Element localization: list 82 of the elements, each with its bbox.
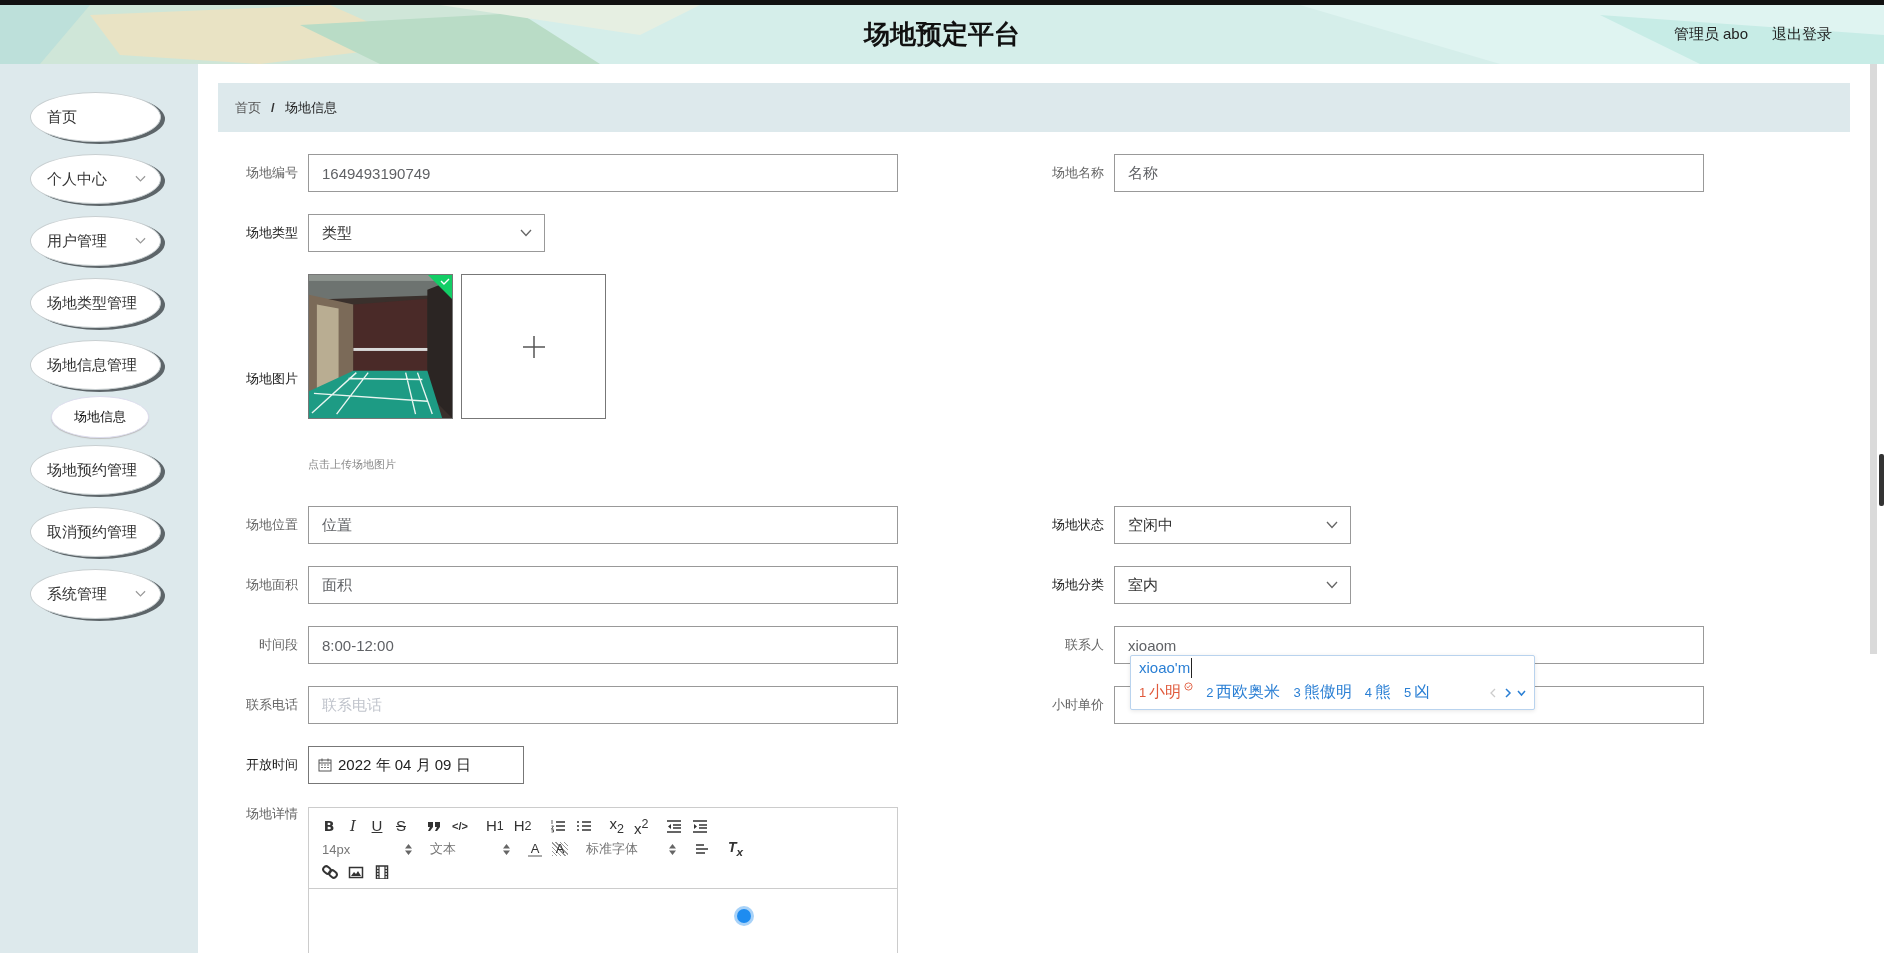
align-left-icon[interactable] [694, 842, 710, 856]
ime-candidate[interactable]: 5 凶 [1403, 682, 1431, 703]
field-label: 联系人 [1064, 636, 1105, 654]
toolbar-select[interactable]: 文本 [430, 840, 510, 858]
field-label: 时间段 [258, 636, 299, 654]
input-field[interactable]: 位置 [308, 506, 898, 544]
nav-item[interactable]: 个人中心 [30, 154, 161, 204]
select-field[interactable]: 空闲中 [1114, 506, 1351, 544]
field-label: 场地状态 [1051, 516, 1105, 534]
sort-icon [669, 843, 676, 855]
sort-icon [503, 843, 510, 855]
outdent-icon[interactable] [666, 819, 683, 833]
select-field[interactable]: 室内 [1114, 566, 1351, 604]
check-circle-icon [1184, 682, 1194, 691]
composition-text: xioao'm [1139, 658, 1193, 678]
ime-candidate[interactable]: 4 熊 [1364, 682, 1391, 703]
strikethrough-button[interactable]: S [394, 817, 408, 835]
field-label: 场地名称 [1051, 164, 1105, 182]
field-label: 场地编号 [245, 164, 299, 182]
field-label: 场地类型 [245, 224, 299, 242]
next-icon[interactable] [1503, 687, 1512, 698]
clear-format-button[interactable]: T$_{x}$ [728, 837, 744, 861]
ime-candidate[interactable]: 2 西欧奥米 [1206, 682, 1281, 703]
chevron-icon [135, 590, 146, 598]
underline-button[interactable]: U [370, 817, 384, 835]
field-label: 场地详情 [245, 806, 299, 822]
code-button[interactable]: </> [452, 817, 468, 835]
field-label: 场地图片 [245, 370, 299, 388]
image-icon[interactable] [348, 865, 364, 879]
input-field[interactable] [1114, 686, 1704, 724]
calendar-icon [318, 758, 332, 772]
field-label: 场地分类 [1051, 576, 1105, 594]
toolbar-select[interactable]: 标准字体 [586, 840, 676, 858]
breadcrumb-link[interactable]: 首页 [235, 98, 261, 117]
separator: / [271, 100, 275, 115]
user-name: 管理员 abo [1673, 25, 1748, 44]
chevron-down-icon [1326, 521, 1338, 529]
nav-item[interactable]: 首页 [30, 92, 161, 142]
app-title: 场地预定平台 [864, 18, 1020, 51]
text-color-button[interactable]: A [528, 841, 542, 857]
sort-icon [405, 843, 412, 855]
resize-handle[interactable] [737, 909, 751, 923]
field-label: 开放时间 [245, 756, 299, 774]
script-button[interactable]: x$^{2}$ [633, 814, 649, 838]
upload-button[interactable] [461, 274, 606, 419]
nav-item[interactable]: 取消预约管理 [30, 507, 161, 557]
toolbar-select[interactable]: 14px [322, 841, 412, 857]
upload-hint: 点击上传场地图片 [308, 457, 397, 472]
field-label: 小时单价 [1051, 696, 1105, 714]
chevron-icon [135, 237, 146, 245]
nav-item[interactable]: 系统管理 [30, 569, 161, 619]
video-icon[interactable] [374, 865, 390, 879]
script-button[interactable]: x$_{2}$ [609, 814, 624, 838]
nav-item[interactable]: 场地类型管理 [30, 278, 161, 328]
field-label: 场地面积 [245, 576, 299, 594]
nav-item[interactable]: 用户管理 [30, 216, 161, 266]
input-field[interactable]: 名称 [1114, 154, 1704, 192]
input-field[interactable]: 8:00-12:00 [308, 626, 898, 664]
nav-item[interactable]: 场地信息管理 [30, 340, 161, 390]
field-label: 联系电话 [245, 696, 299, 714]
date-field[interactable]: 2022 年 04 月 09 日 [308, 746, 524, 784]
nav-item[interactable]: 场地预约管理 [30, 445, 161, 495]
italic-button[interactable]: I [346, 817, 360, 835]
quote-icon[interactable] [426, 819, 442, 833]
field-label: 场地位置 [245, 516, 299, 534]
bullet-list-icon[interactable] [575, 819, 592, 833]
logout-link[interactable]: 退出登录 [1772, 25, 1832, 44]
ime-candidate[interactable]: 3 熊傲明 [1293, 682, 1352, 703]
numbered-list-icon[interactable] [549, 819, 566, 833]
bold-button[interactable]: B [322, 817, 336, 835]
input-field[interactable]: 面积 [308, 566, 898, 604]
indent-icon[interactable] [692, 819, 709, 833]
input-field[interactable]: 1649493190749 [308, 154, 898, 192]
highlight-button[interactable]: A [552, 842, 568, 856]
chevron-down-icon [520, 229, 532, 237]
chevron-down-icon [1326, 581, 1338, 589]
plus-icon [521, 334, 546, 359]
chevron-icon [135, 175, 146, 183]
nav-subitem[interactable]: 场地信息 [51, 396, 149, 438]
ime-candidate[interactable]: 1 小明 [1139, 682, 1194, 703]
select-field[interactable]: 类型 [308, 214, 545, 252]
link-icon[interactable] [322, 865, 338, 879]
